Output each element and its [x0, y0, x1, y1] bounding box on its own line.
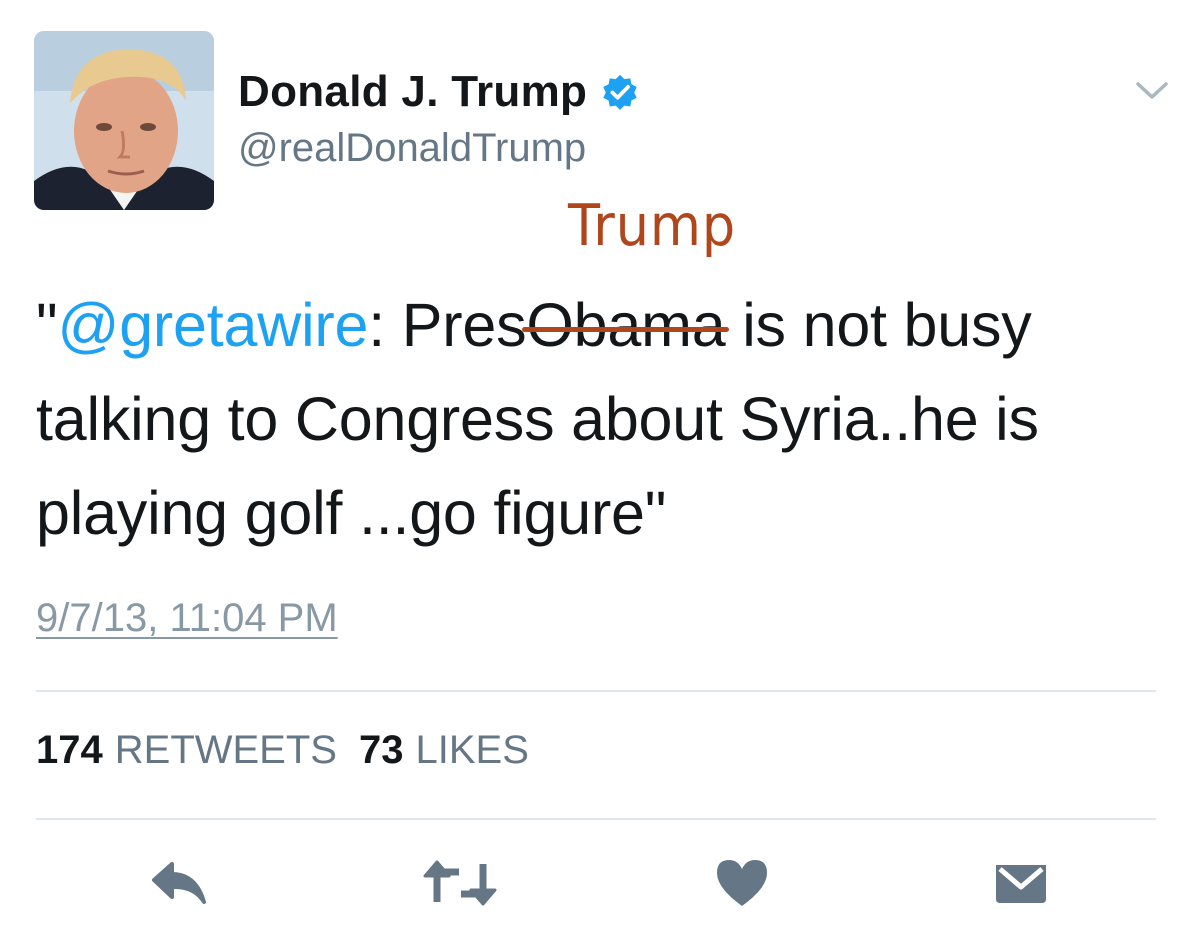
handwritten-annotation: Trump: [568, 193, 737, 259]
mention-link[interactable]: @gretawire: [57, 291, 368, 359]
tweet-text-segment: is not busy: [725, 291, 1032, 359]
verified-badge-icon: [603, 74, 637, 110]
author-handle[interactable]: @realDonaldTrump: [238, 126, 586, 171]
likes-count[interactable]: 73: [359, 728, 404, 773]
tweet-text: "@gretawire: PresObama is not busy talki…: [36, 278, 1176, 560]
struck-word: Obama: [522, 278, 730, 372]
retweet-icon: [423, 860, 497, 906]
direct-message-button[interactable]: [990, 852, 1052, 914]
open-quote: ": [36, 291, 58, 359]
likes-label[interactable]: LIKES: [415, 728, 528, 773]
author-name-row: Donald J. Trump: [238, 64, 639, 120]
tweet-timestamp[interactable]: 9/7/13, 11:04 PM: [36, 596, 338, 641]
engagement-stats: 174 RETWEETS 73 LIKES: [36, 728, 551, 773]
like-button[interactable]: [712, 852, 772, 914]
retweet-button[interactable]: [420, 852, 500, 914]
reply-button[interactable]: [148, 852, 210, 914]
retweets-count[interactable]: 174: [36, 728, 103, 773]
struck-word-text: Obama: [526, 291, 726, 359]
divider: [36, 818, 1156, 820]
avatar-image: [34, 31, 214, 210]
retweets-label[interactable]: RETWEETS: [115, 728, 337, 773]
tweet-text-line: playing golf ...go figure": [36, 479, 667, 547]
avatar[interactable]: [34, 31, 214, 210]
tweet-text-line: talking to Congress about Syria..he is: [36, 385, 1039, 453]
direct-message-icon: [996, 865, 1046, 903]
like-heart-icon: [717, 860, 767, 906]
tweet-text-segment: : Pres: [368, 291, 527, 359]
reply-icon: [152, 862, 206, 904]
author-display-name[interactable]: Donald J. Trump: [238, 67, 587, 117]
divider: [36, 690, 1156, 692]
chevron-down-icon[interactable]: [1135, 80, 1169, 102]
strikethrough-mark: [522, 326, 730, 332]
